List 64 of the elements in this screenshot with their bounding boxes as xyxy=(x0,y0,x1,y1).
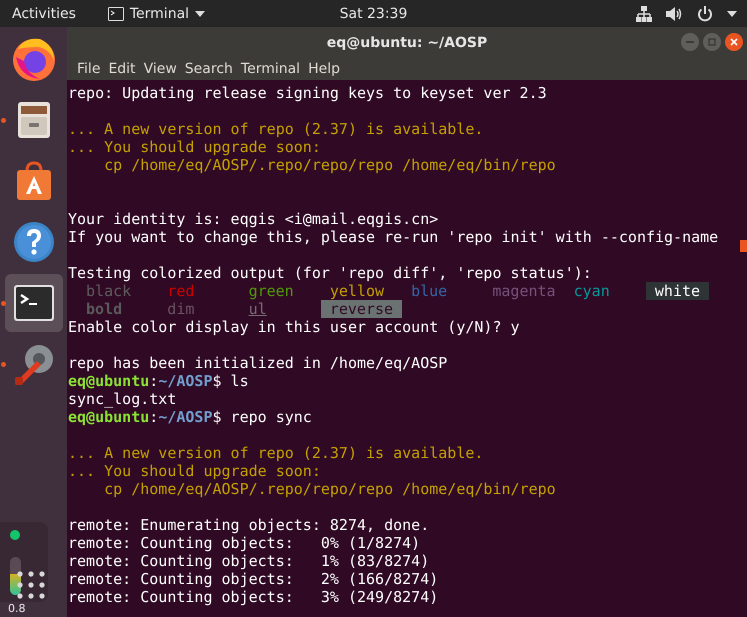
menu-item[interactable]: File xyxy=(73,61,104,77)
gauge-reading: 0.8 xyxy=(8,602,26,615)
caret-icon[interactable] xyxy=(727,10,737,16)
color-sample: green xyxy=(248,282,295,300)
prompt-separator: : xyxy=(149,408,158,426)
terminal-icon xyxy=(12,283,56,323)
app-menu[interactable]: Terminal xyxy=(130,6,190,22)
prompt-command: $ ls xyxy=(212,372,249,390)
color-sample: red xyxy=(166,282,196,300)
terminal-line: sync_log.txt xyxy=(68,390,176,408)
terminal-line: If you want to change this, please re-run 'repo init' with --config-name xyxy=(68,228,718,246)
terminal-line: remote: Enumerating objects: 8274, done. xyxy=(68,516,430,534)
clock[interactable]: Sat 23:39 xyxy=(340,6,408,22)
terminal-line: Your identity is: eqgis <i@mail.eqgis.cn> xyxy=(68,210,438,228)
close-icon xyxy=(730,38,738,46)
show-apps-icon[interactable] xyxy=(17,571,45,599)
terminal-line: remote: Counting objects: 0% (1/8274) xyxy=(68,534,420,552)
terminal-line: Testing colorized output (for 'repo diff', 'repo status'): xyxy=(68,264,592,282)
terminal-line: ... A new version of repo (2.37) is available. xyxy=(68,444,484,462)
terminal-line: ... You should upgrade soon: xyxy=(68,138,321,156)
scrollbar-thumb[interactable] xyxy=(740,240,747,252)
terminal-line: remote: Counting objects: 2% (166/8274) xyxy=(68,570,438,588)
activities-button[interactable]: Activities xyxy=(12,6,76,22)
network-icon[interactable] xyxy=(636,6,652,22)
prompt-path: ~/AOSP xyxy=(158,372,212,390)
terminal-icon xyxy=(108,6,124,20)
prompt-path: ~/AOSP xyxy=(158,408,212,426)
window-title: eq@ubuntu: ~/AOSP xyxy=(326,34,488,50)
color-sample: ul xyxy=(248,300,268,318)
prompt-user: eq@ubuntu xyxy=(68,372,150,390)
terminal-line: remote: Counting objects: 3% (249/8274) xyxy=(68,588,438,606)
color-sample: bold xyxy=(85,300,124,318)
prompt-command: $ repo sync xyxy=(212,408,312,426)
caret-icon xyxy=(195,10,206,16)
menu-item[interactable]: Terminal xyxy=(236,61,304,77)
terminal-line: Enable color display in this user account (y/N)? y xyxy=(68,318,520,336)
status-dot xyxy=(10,530,20,540)
menu-item[interactable]: Edit xyxy=(104,61,140,77)
menu-item[interactable]: View xyxy=(140,61,181,77)
terminal-line: ... You should upgrade soon: xyxy=(68,462,321,480)
volume-icon[interactable] xyxy=(666,6,683,22)
minimize-icon xyxy=(686,38,694,46)
terminal-line: cp /home/eq/AOSP/.repo/repo/repo /home/eq/bin/repo xyxy=(103,480,556,498)
color-sample: blue xyxy=(410,282,448,300)
menu-item[interactable]: Help xyxy=(304,61,344,77)
close-button[interactable] xyxy=(725,33,743,51)
color-sample: dim xyxy=(166,300,196,318)
color-sample: cyan xyxy=(572,282,611,300)
terminal-line: cp /home/eq/AOSP/.repo/repo/repo /home/eq/bin/repo xyxy=(103,156,556,174)
power-icon[interactable] xyxy=(697,6,713,22)
prompt-user: eq@ubuntu xyxy=(68,408,150,426)
maximize-icon xyxy=(708,38,716,46)
color-sample: reverse xyxy=(320,300,402,318)
menu-item[interactable]: Search xyxy=(180,61,237,77)
terminal-line: remote: Counting objects: 1% (83/8274) xyxy=(68,552,430,570)
color-sample: yellow xyxy=(328,282,386,300)
terminal-line: repo has been initialized in /home/eq/AOSP xyxy=(68,354,448,372)
help-icon xyxy=(12,220,56,264)
color-sample: white xyxy=(646,282,710,300)
prompt-separator: : xyxy=(149,372,158,390)
color-sample: black xyxy=(85,282,132,300)
terminal-line: repo: Updating release signing keys to keyset ver 2.3 xyxy=(68,84,547,102)
terminal-line: ... A new version of repo (2.37) is available. xyxy=(68,120,484,138)
color-sample: magenta xyxy=(491,282,557,300)
